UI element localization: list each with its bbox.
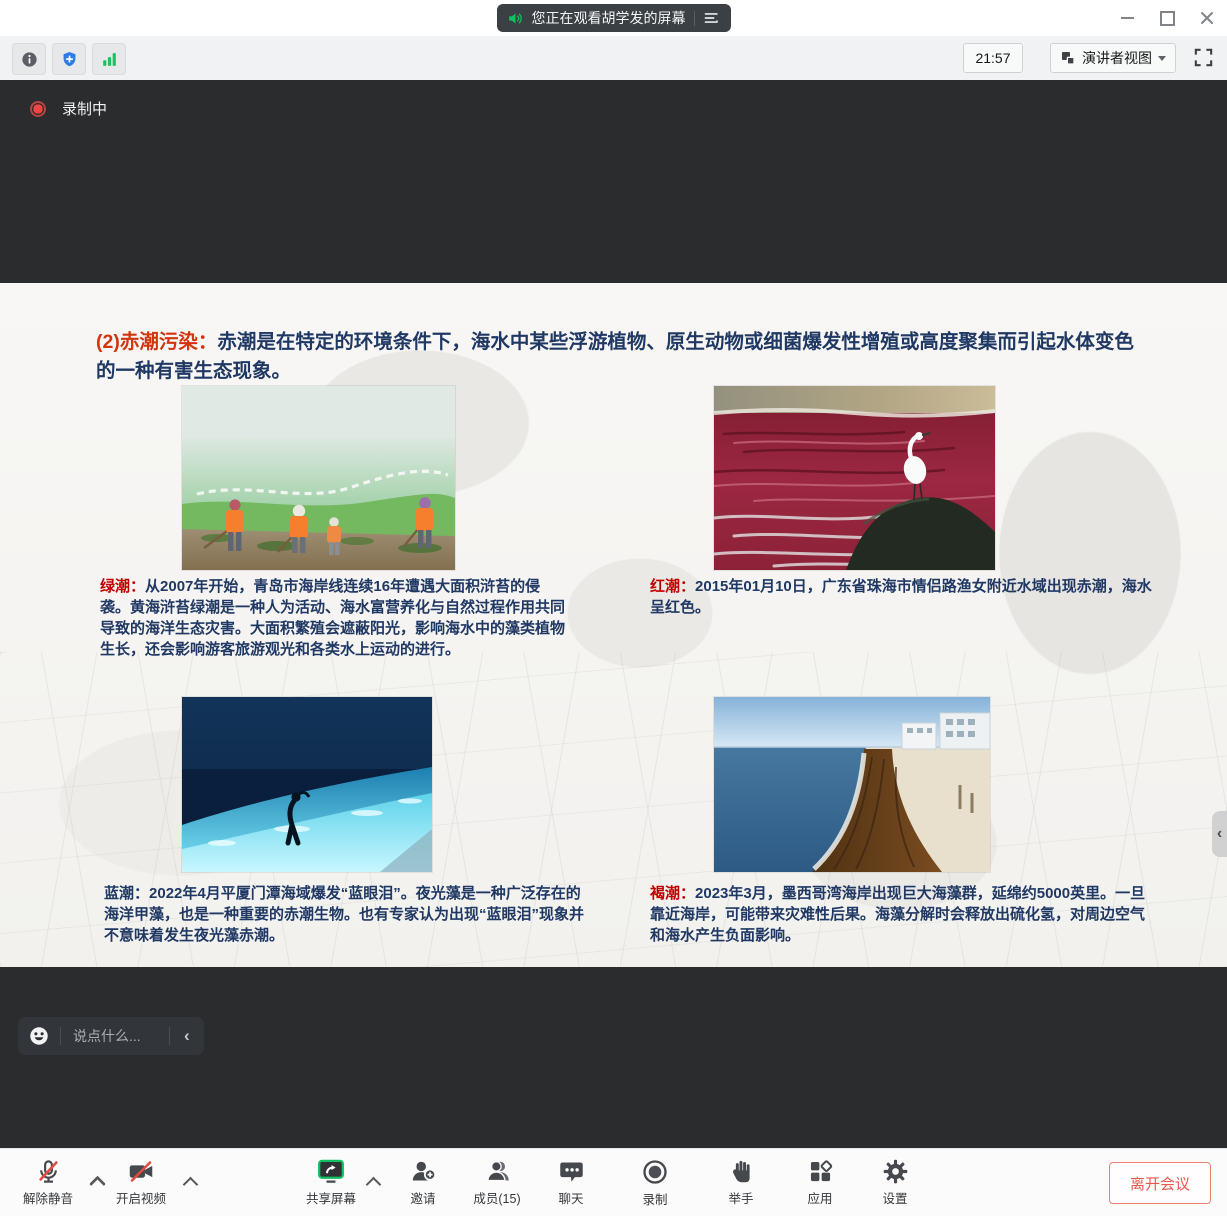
mic-muted-icon [35, 1158, 62, 1185]
chat-pill-divider [169, 1027, 170, 1045]
blue-tide-paragraph: 蓝潮：2022年4月平厦门潭海域爆发“蓝眼泪”。夜光藻是一种广泛存在的海洋甲藻，… [104, 884, 591, 947]
members-icon [484, 1158, 511, 1185]
view-mode-label: 演讲者视图 [1082, 48, 1152, 68]
window-controls [1117, 8, 1217, 28]
record-label: 录制 [642, 1189, 667, 1208]
raise-hand-label: 举手 [728, 1188, 753, 1207]
minimize-icon [1121, 17, 1134, 19]
blue-tide-label: 蓝潮： [104, 885, 149, 902]
red-tide-photo [714, 386, 995, 570]
chat-quick-input: ‹ [18, 1017, 204, 1055]
members-button[interactable]: 成员(15) [455, 1158, 539, 1207]
meeting-info-button[interactable] [12, 43, 46, 75]
fullscreen-button[interactable] [1192, 46, 1215, 74]
slide-title-prefix: (2)赤潮污染： [96, 331, 217, 353]
video-options-chevron[interactable] [183, 1177, 199, 1193]
banner-text: 您正在观看胡学发的屏幕 [532, 8, 686, 28]
members-label: 成员(15) [473, 1188, 520, 1207]
fullscreen-icon [1192, 46, 1215, 69]
info-icon [20, 50, 39, 69]
red-tide-label: 红潮： [650, 578, 695, 595]
layout-view-icon [1060, 50, 1076, 66]
share-screen-icon [316, 1158, 346, 1185]
settings-icon [882, 1158, 909, 1185]
slide-title: (2)赤潮污染：赤潮是在特定的环境条件下，海水中某些浮游植物、原生动物或细菌爆发… [96, 328, 1151, 385]
chat-label: 聊天 [558, 1188, 583, 1207]
share-screen-label: 共享屏幕 [306, 1188, 356, 1207]
blue-tide-text: 2022年4月平厦门潭海域爆发“蓝眼泪”。夜光藻是一种广泛存在的海洋甲藻，也是一… [104, 885, 584, 944]
close-icon [1200, 11, 1214, 25]
recording-indicator: 录制中 [30, 98, 107, 119]
brown-tide-text: 2023年3月，墨西哥湾海岸出现巨大海藻群，延绵约5000英里。一旦靠近海岸，可… [650, 885, 1145, 944]
record-icon [641, 1158, 669, 1186]
chat-pill-divider [60, 1027, 61, 1045]
chat-icon [558, 1158, 585, 1185]
banner-menu-icon[interactable] [703, 10, 721, 26]
slide-title-body: 赤潮是在特定的环境条件下，海水中某些浮游植物、原生动物或细菌爆发性增殖或高度聚集… [96, 331, 1134, 382]
green-tide-photo [182, 386, 455, 570]
brown-tide-photo [714, 697, 990, 872]
green-tide-label: 绿潮： [100, 578, 145, 595]
camera-off-icon [127, 1158, 155, 1185]
raise-hand-button[interactable]: 举手 [699, 1158, 783, 1207]
brown-tide-label: 褐潮： [650, 885, 695, 902]
chat-message-input[interactable] [71, 1027, 159, 1045]
chevron-left-icon: ‹ [1217, 825, 1222, 843]
chat-button[interactable]: 聊天 [529, 1158, 613, 1207]
view-mode-dropdown[interactable]: 演讲者视图 [1050, 43, 1176, 73]
brown-tide-paragraph: 褐潮：2023年3月，墨西哥湾海岸出现巨大海藻群，延绵约5000英里。一旦靠近海… [650, 884, 1155, 947]
share-screen-button[interactable]: 共享屏幕 [289, 1158, 373, 1207]
start-video-button[interactable]: 开启视频 [99, 1158, 183, 1207]
invite-icon [410, 1158, 437, 1185]
minimize-button[interactable] [1117, 8, 1137, 28]
screen-share-banner: 您正在观看胡学发的屏幕 [497, 4, 731, 32]
maximize-icon [1160, 11, 1175, 26]
security-button[interactable] [52, 43, 86, 75]
green-tide-paragraph: 绿潮：从2007年开始，青岛市海岸线连续16年遭遇大面积浒苔的侵袭。黄海浒苔绿潮… [100, 577, 565, 660]
shared-screen-area: 录制中 (2)赤潮污染：赤潮是在特定的环境条件下，海水中某些浮游植物、原生动物或… [0, 80, 1227, 1148]
red-tide-text: 2015年01月10日，广东省珠海市情侣路渔女附近水域出现赤潮，海水呈红色。 [650, 578, 1152, 616]
record-button[interactable]: 录制 [613, 1158, 697, 1208]
caret-down-icon [1158, 56, 1166, 61]
apps-label: 应用 [807, 1188, 832, 1207]
close-button[interactable] [1197, 8, 1217, 28]
invite-button[interactable]: 邀请 [381, 1158, 465, 1207]
network-signal-icon [100, 50, 119, 69]
shield-plus-icon [60, 50, 79, 69]
emoji-icon[interactable] [28, 1025, 50, 1047]
network-quality-button[interactable] [92, 43, 126, 75]
recording-dot-icon [30, 101, 46, 117]
blue-tide-photo [182, 697, 432, 872]
unmute-label: 解除静音 [23, 1188, 73, 1207]
side-panel-collapse-tab[interactable]: ‹ [1212, 811, 1227, 857]
settings-label: 设置 [882, 1188, 907, 1207]
titlebar: 您正在观看胡学发的屏幕 [0, 0, 1227, 36]
timer-value: 21:57 [975, 50, 1010, 66]
speaker-icon [507, 10, 524, 27]
meeting-controls-bar: 解除静音 开启视频 共享屏幕 [0, 1148, 1227, 1216]
settings-button[interactable]: 设置 [853, 1158, 937, 1207]
unmute-button[interactable]: 解除静音 [6, 1158, 90, 1207]
banner-divider [694, 11, 695, 26]
meeting-window: 您正在观看胡学发的屏幕 [0, 0, 1227, 1216]
meeting-timer[interactable]: 21:57 [963, 43, 1023, 73]
green-tide-text: 从2007年开始，青岛市海岸线连续16年遭遇大面积浒苔的侵袭。黄海浒苔绿潮是一种… [100, 578, 565, 658]
leave-meeting-button[interactable]: 离开会议 [1109, 1162, 1211, 1204]
apps-button[interactable]: 应用 [778, 1158, 862, 1207]
recording-label: 录制中 [62, 98, 107, 119]
apps-icon [807, 1158, 834, 1185]
raise-hand-icon [728, 1158, 755, 1185]
invite-label: 邀请 [410, 1188, 435, 1207]
meeting-toolbar-top: 21:57 演讲者视图 [0, 36, 1227, 81]
maximize-button[interactable] [1157, 8, 1177, 28]
start-video-label: 开启视频 [116, 1188, 166, 1207]
chat-collapse-button[interactable]: ‹ [180, 1026, 194, 1046]
red-tide-paragraph: 红潮：2015年01月10日，广东省珠海市情侣路渔女附近水域出现赤潮，海水呈红色… [650, 577, 1165, 619]
presentation-slide: (2)赤潮污染：赤潮是在特定的环境条件下，海水中某些浮游植物、原生动物或细菌爆发… [0, 283, 1227, 967]
